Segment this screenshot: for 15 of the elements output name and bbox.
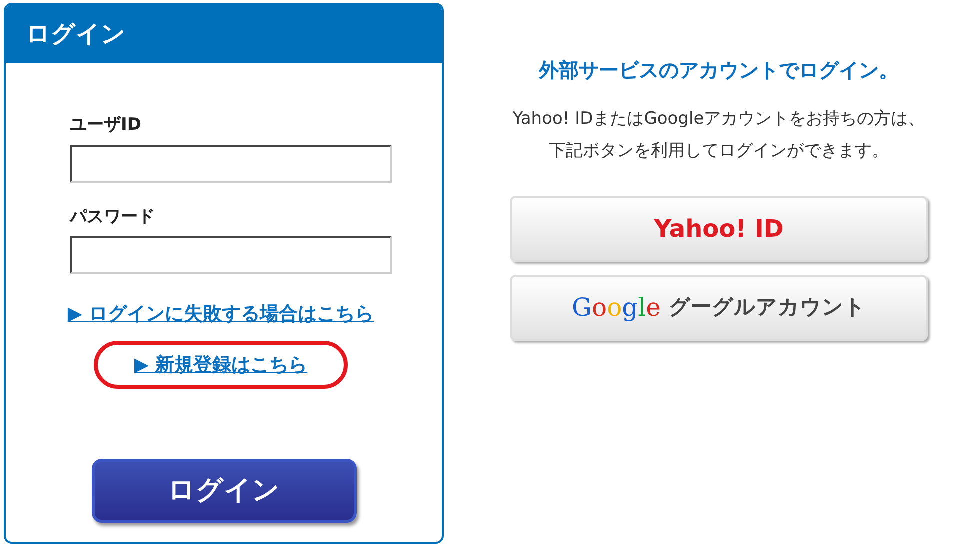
external-login-heading: 外部サービスのアカウントでログイン。 bbox=[539, 57, 899, 84]
login-button[interactable]: ログイン bbox=[92, 459, 356, 523]
help-link[interactable]: ▶ 新規登録はこちら bbox=[134, 354, 308, 376]
field-label: パスワード bbox=[70, 206, 156, 228]
input-field[interactable] bbox=[70, 144, 392, 182]
field-label: ユーザID bbox=[70, 114, 142, 137]
yahoo-login-button[interactable]: Yahoo! ID bbox=[510, 196, 928, 262]
panel-title: ログイン bbox=[26, 19, 126, 50]
google-login-button[interactable]: Google グーグルアカウント bbox=[510, 275, 928, 341]
google-button-label: グーグルアカウント bbox=[668, 294, 866, 322]
description-text: Yahoo! IDまたはGoogleアカウントをお持ちの方は、 bbox=[512, 108, 926, 131]
description-text: 下記ボタンを利用してログインができます。 bbox=[549, 140, 889, 162]
google-logo: Google bbox=[572, 292, 661, 324]
input-field[interactable] bbox=[70, 236, 392, 274]
help-link[interactable]: ▶ ログインに失敗する場合はこちら bbox=[68, 303, 374, 325]
